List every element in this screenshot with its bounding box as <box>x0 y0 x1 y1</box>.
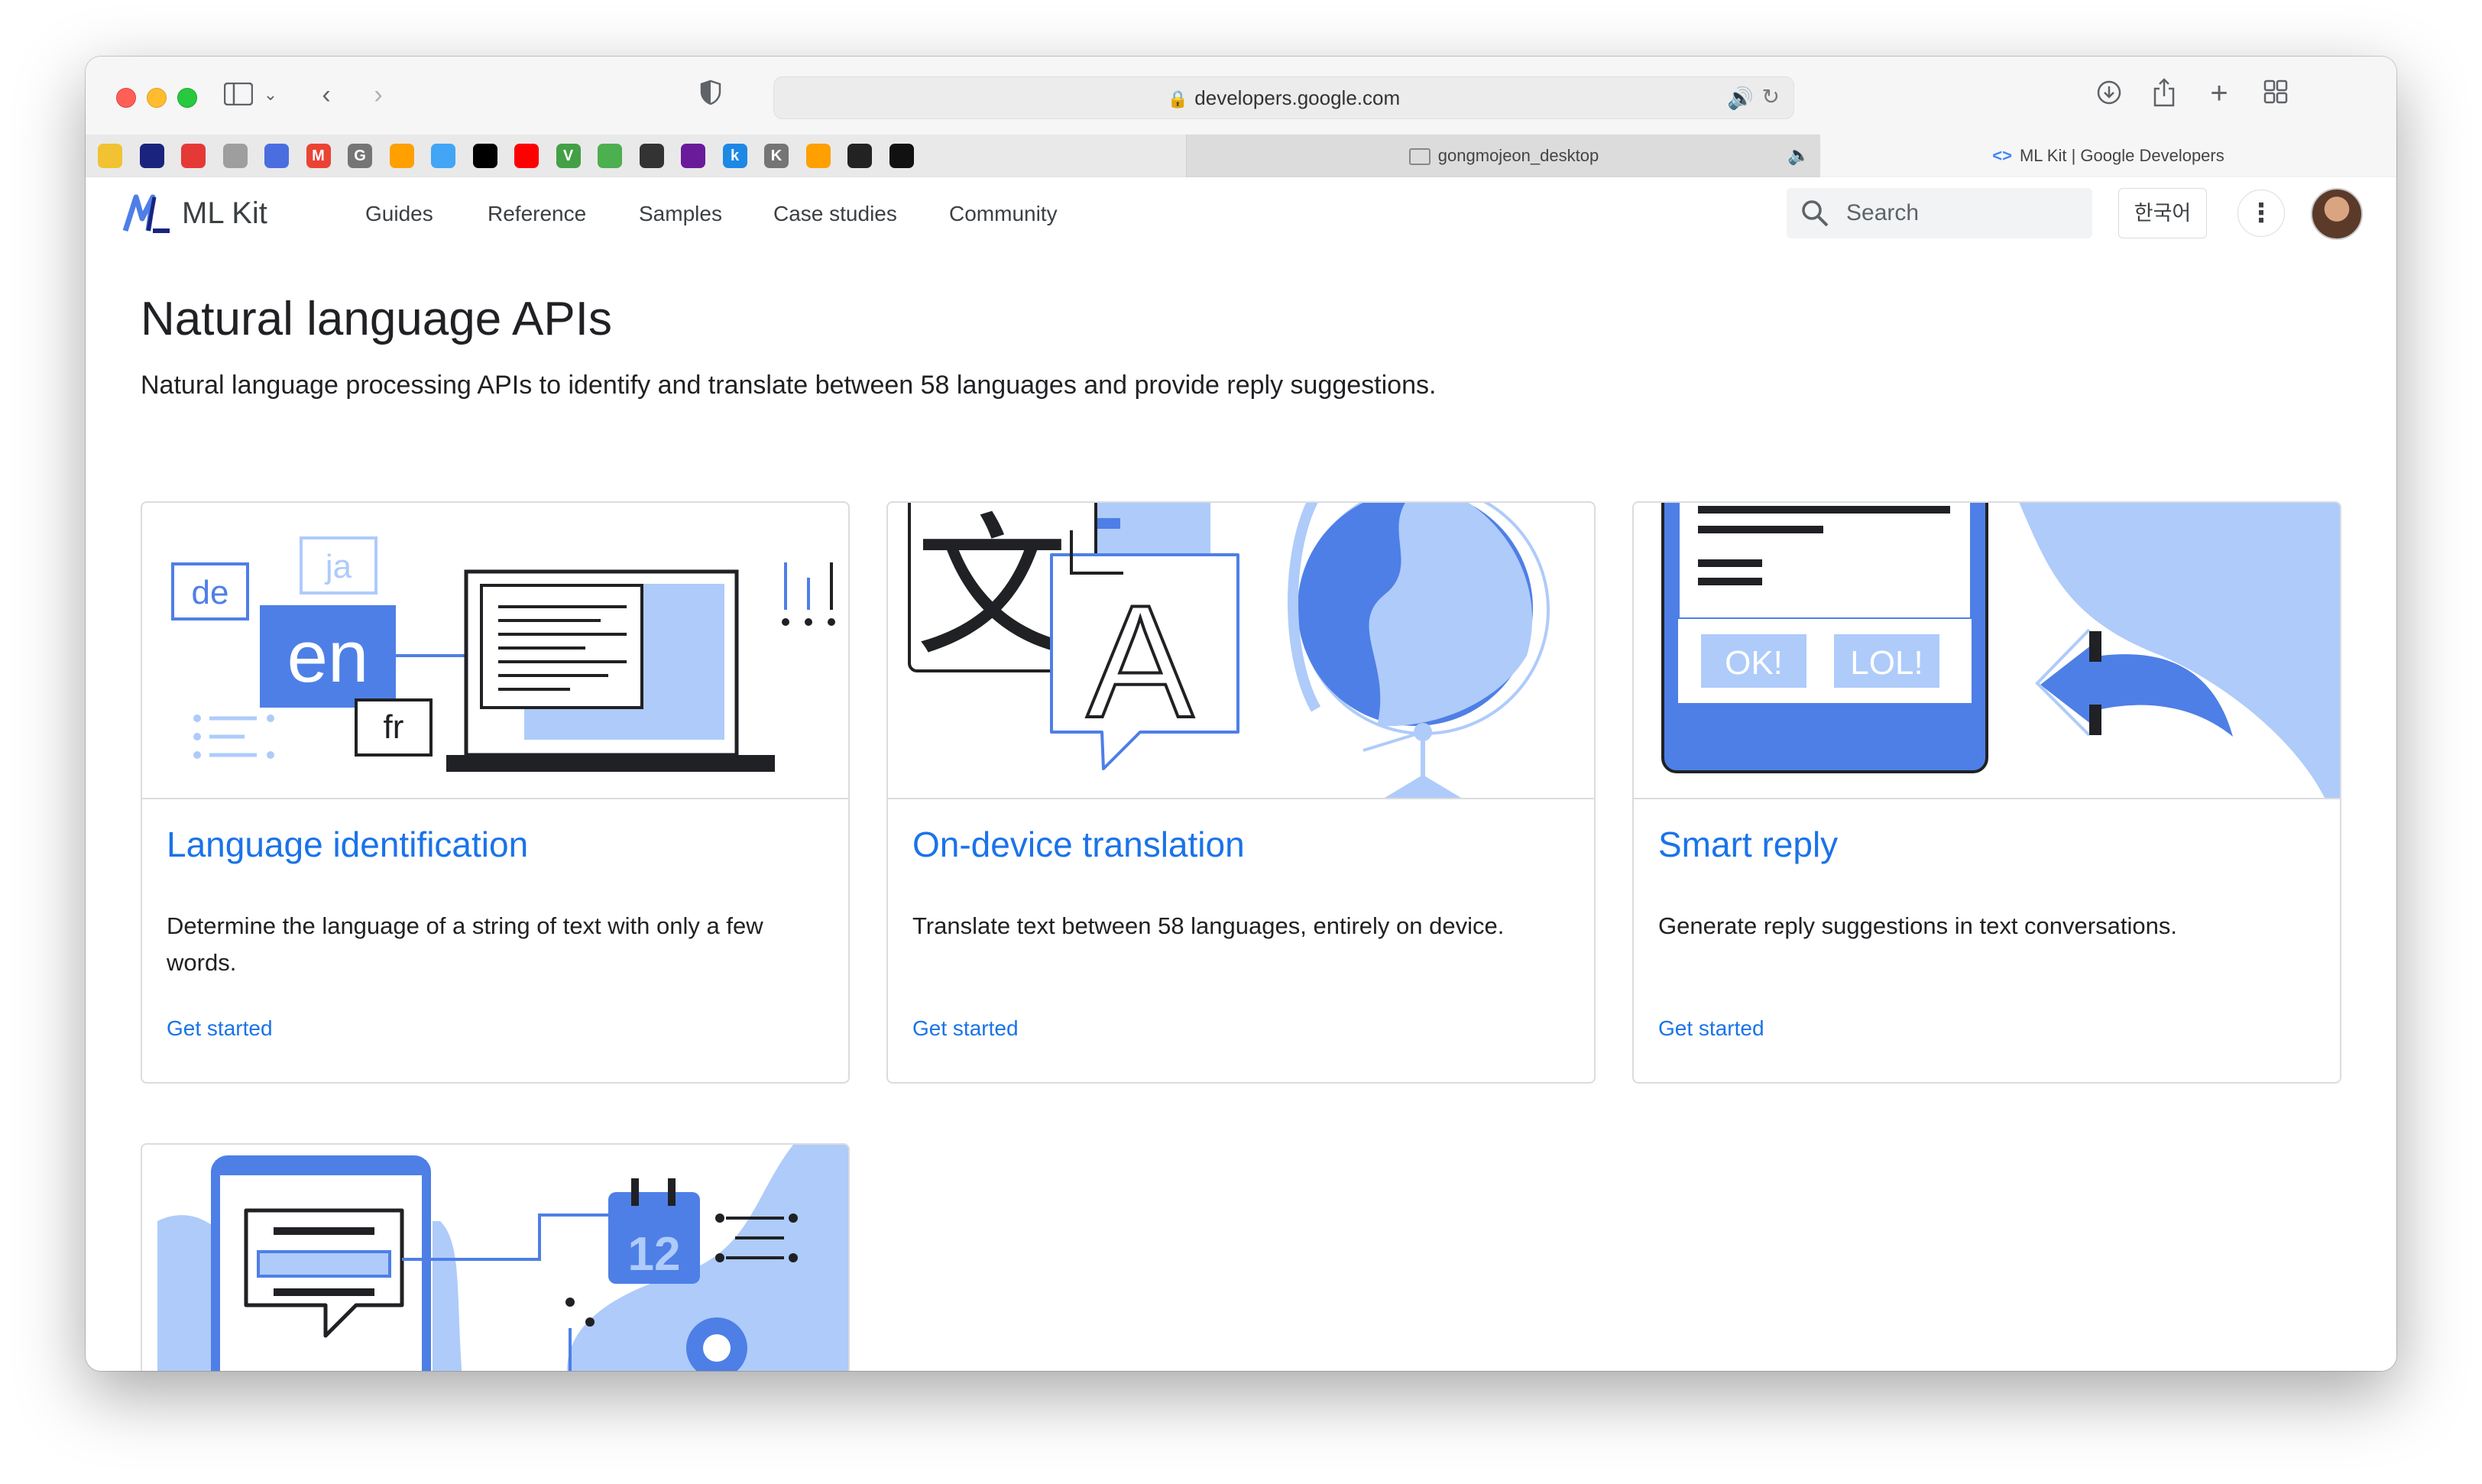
language-selector-button[interactable]: 한국어 <box>2118 188 2207 238</box>
avatar[interactable] <box>2311 188 2363 240</box>
entity-extraction-illustration: 12 <box>142 1145 848 1371</box>
pinned-1-favicon-icon[interactable] <box>98 144 122 168</box>
nav-reference[interactable]: Reference <box>488 200 586 228</box>
pinned-v-favicon-icon[interactable]: V <box>556 144 581 168</box>
get-started-link[interactable]: Get started <box>912 1015 1019 1042</box>
image-favicon-icon <box>1408 148 1431 166</box>
tab-label: ML Kit | Google Developers <box>2019 146 2224 165</box>
card-description: Translate text between 58 languages, ent… <box>912 912 1505 939</box>
nav-guides[interactable]: Guides <box>365 200 433 228</box>
tab-ml-kit[interactable]: <> ML Kit | Google Developers <box>1820 134 2396 177</box>
lol-reply-label: LOL! <box>1850 644 1923 682</box>
pinned-firebase-2-favicon-icon[interactable] <box>805 144 831 168</box>
sidebar-toggle-icon[interactable] <box>223 82 254 112</box>
nav-community[interactable]: Community <box>949 200 1058 228</box>
ok-reply-label: OK! <box>1725 644 1783 682</box>
ja-label: ja <box>324 548 352 585</box>
search-icon <box>1802 200 1829 227</box>
tab-overview-icon[interactable] <box>2259 79 2292 111</box>
page-title: Natural language APIs <box>141 293 612 345</box>
card-title[interactable]: On-device translation <box>912 822 1245 867</box>
google-developers-favicon-icon: <> <box>1992 146 2012 165</box>
pinned-github-favicon-icon[interactable] <box>889 144 914 168</box>
pinned-gmail-favicon-icon[interactable]: M <box>306 144 331 168</box>
pinned-blog-favicon-icon[interactable] <box>598 144 622 168</box>
minimize-window-button[interactable] <box>147 88 167 108</box>
card-language-identification[interactable]: de ja en fr Language identification Dete… <box>141 501 850 1084</box>
more-options-icon[interactable]: ⋮ <box>2237 190 2285 237</box>
get-started-link[interactable]: Get started <box>167 1015 273 1042</box>
translation-illustration: 文 A <box>888 503 1594 799</box>
search-placeholder: Search <box>1846 200 1920 225</box>
pinned-k-grey-favicon-icon[interactable]: K <box>764 144 789 168</box>
close-window-button[interactable] <box>116 88 136 108</box>
url-text: developers.google.com <box>1194 86 1401 109</box>
pinned-k-blue-favicon-icon[interactable]: k <box>722 144 747 168</box>
downloads-icon[interactable] <box>2092 79 2126 112</box>
reload-icon[interactable]: ↻ <box>1762 84 1780 109</box>
pinned-g-favicon-icon[interactable]: G <box>348 144 372 168</box>
tab-label: gongmojeon_desktop <box>1437 146 1599 165</box>
get-started-link[interactable]: Get started <box>1658 1015 1764 1042</box>
new-tab-icon[interactable]: + <box>2202 78 2236 109</box>
chevron-down-icon[interactable]: ⌄ <box>260 79 281 110</box>
pinned-openai-favicon-icon[interactable] <box>847 144 872 168</box>
logo-text[interactable]: ML Kit <box>182 194 267 232</box>
browser-window: ⌄ ‹ › 🔒 developers.google.com 🔊 ↻ + MG VkK… <box>86 57 2396 1371</box>
pinned-3-favicon-icon[interactable] <box>181 144 206 168</box>
wen-glyph: 文 <box>915 503 1068 677</box>
language-identification-illustration: de ja en fr <box>142 503 848 799</box>
pinned-circle-favicon-icon[interactable] <box>681 144 705 168</box>
nav-samples[interactable]: Samples <box>639 200 722 228</box>
smart-reply-illustration: OK! LOL! <box>1634 503 2340 799</box>
page-description: Natural language processing APIs to iden… <box>141 371 1437 400</box>
de-label: de <box>192 574 229 611</box>
calendar-day-label: 12 <box>628 1228 681 1281</box>
pinned-firebase-1-favicon-icon[interactable] <box>389 144 414 168</box>
en-label: en <box>287 616 369 698</box>
zoom-window-button[interactable] <box>177 88 197 108</box>
card-description: Determine the language of a string of te… <box>167 912 763 976</box>
speaker-icon[interactable]: 🔈 <box>1787 134 1810 177</box>
pinned-dots-favicon-icon[interactable] <box>639 144 664 168</box>
main-content: Natural language APIs Natural language p… <box>86 249 2396 1371</box>
card-title[interactable]: Smart reply <box>1658 822 1838 867</box>
browser-toolbar: ⌄ ‹ › 🔒 developers.google.com 🔊 ↻ + <box>86 57 2396 135</box>
pinned-youtube-favicon-icon[interactable] <box>514 144 539 168</box>
pinned-5-favicon-icon[interactable] <box>264 144 289 168</box>
forward-icon[interactable]: › <box>367 79 390 110</box>
pinned-2-favicon-icon[interactable] <box>139 144 164 168</box>
privacy-shield-icon[interactable] <box>697 79 724 112</box>
lock-icon: 🔒 <box>1167 89 1189 109</box>
back-icon[interactable]: ‹ <box>315 79 338 110</box>
card-title[interactable]: Language identification <box>167 822 528 867</box>
ml-kit-logo-icon[interactable] <box>122 193 173 235</box>
pinned-person-favicon-icon[interactable] <box>431 144 455 168</box>
fr-label: fr <box>384 708 404 746</box>
tab-bar: MG VkK gongmojeon_desktop 🔈 <> ML Kit | Go… <box>86 134 2396 178</box>
nav-case-studies[interactable]: Case studies <box>773 200 897 228</box>
search-input[interactable]: Search <box>1787 188 2092 238</box>
address-bar[interactable]: 🔒 developers.google.com 🔊 ↻ <box>773 76 1794 119</box>
speaker-icon[interactable]: 🔊 <box>1727 86 1754 111</box>
pinned-medium-favicon-icon[interactable] <box>472 144 497 168</box>
card-on-device-translation[interactable]: 文 A On-device translation Translate text… <box>886 501 1596 1084</box>
share-icon[interactable] <box>2147 78 2181 114</box>
card-smart-reply[interactable]: OK! LOL! Smart reply Generate reply sugg… <box>1632 501 2341 1084</box>
pinned-4-favicon-icon[interactable] <box>222 144 248 168</box>
card-entity-extraction[interactable]: 12 <box>141 1143 850 1371</box>
site-header: ML Kit Guides Reference Samples Case stu… <box>86 177 2396 249</box>
tab-gongmojeon[interactable]: gongmojeon_desktop 🔈 <box>1186 134 1822 177</box>
card-description: Generate reply suggestions in text conve… <box>1658 912 2177 939</box>
a-glyph: A <box>1087 572 1194 751</box>
